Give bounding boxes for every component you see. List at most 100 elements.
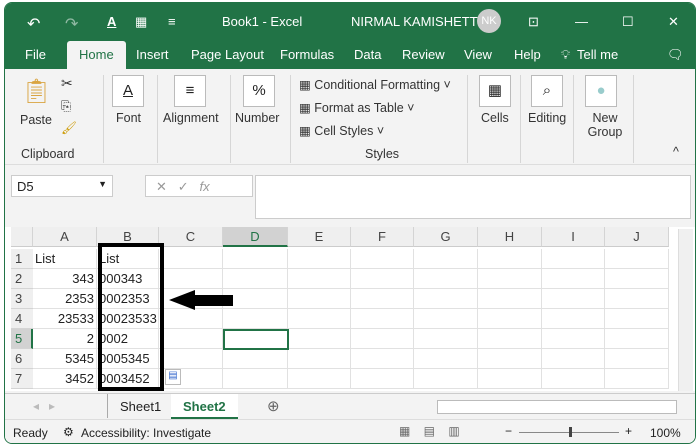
cell-C5[interactable] (159, 329, 223, 349)
cell-E3[interactable] (288, 289, 351, 309)
fx-button[interactable]: fx (199, 179, 209, 194)
redo-icon[interactable]: ↷ (65, 14, 78, 34)
tab-data[interactable]: Data (354, 47, 381, 62)
copy-icon[interactable]: ⎘ (61, 99, 71, 114)
name-box[interactable]: D5 ▼ (11, 175, 113, 197)
cell-H7[interactable] (478, 369, 542, 389)
row-header[interactable]: 4 (11, 309, 33, 329)
cell-F1[interactable] (351, 249, 414, 269)
cell-G5[interactable] (414, 329, 478, 349)
cell-E4[interactable] (288, 309, 351, 329)
tab-formulas[interactable]: Formulas (280, 47, 334, 62)
editing-button[interactable]: Editing (528, 111, 566, 125)
cell-C6[interactable] (159, 349, 223, 369)
table-icon[interactable]: ▦ (135, 14, 147, 30)
cell-F6[interactable] (351, 349, 414, 369)
zoom-slider[interactable] (519, 427, 619, 437)
tab-review[interactable]: Review (402, 47, 445, 62)
column-header-J[interactable]: J (605, 227, 669, 247)
cut-icon[interactable]: ✂ (61, 75, 73, 92)
cell-A1[interactable]: List (33, 249, 97, 269)
zoom-in-icon[interactable]: + (625, 424, 632, 438)
cell-F3[interactable] (351, 289, 414, 309)
cell-F5[interactable] (351, 329, 414, 349)
row-header[interactable]: 6 (11, 349, 33, 369)
cell-G3[interactable] (414, 289, 478, 309)
close-icon[interactable]: ✕ (668, 14, 679, 30)
format-painter-icon[interactable]: 🖌︎ (61, 121, 77, 136)
cell-H3[interactable] (478, 289, 542, 309)
undo-icon[interactable]: ↶ (27, 14, 40, 34)
alignment-button[interactable]: Alignment (163, 111, 219, 125)
cell-C1[interactable] (159, 249, 223, 269)
cell-C4[interactable] (159, 309, 223, 329)
cell-I4[interactable] (542, 309, 605, 329)
cell-G2[interactable] (414, 269, 478, 289)
cells-button[interactable]: Cells (481, 111, 509, 125)
cell-E5[interactable] (288, 329, 351, 349)
zoom-level[interactable]: 100% (650, 426, 681, 440)
collapse-ribbon-icon[interactable]: ^ (673, 145, 679, 159)
column-header-E[interactable]: E (288, 227, 351, 247)
new-group-icon[interactable]: ● (585, 75, 617, 107)
column-header-I[interactable]: I (542, 227, 605, 247)
cell-A4[interactable]: 23533 (33, 309, 97, 329)
cell-J5[interactable] (605, 329, 669, 349)
maximize-icon[interactable]: ☐ (622, 14, 634, 30)
cell-J4[interactable] (605, 309, 669, 329)
cell-I1[interactable] (542, 249, 605, 269)
number-icon[interactable]: % (243, 75, 275, 107)
select-all-corner[interactable] (11, 227, 33, 247)
row-header[interactable]: 5 (11, 329, 33, 349)
vertical-scrollbar[interactable] (678, 229, 693, 391)
cell-F7[interactable] (351, 369, 414, 389)
cell-J3[interactable] (605, 289, 669, 309)
paste-button[interactable]: Paste (20, 113, 52, 127)
tab-home[interactable]: Home (67, 41, 126, 69)
cell-I6[interactable] (542, 349, 605, 369)
tell-me-search[interactable]: Tell me (577, 47, 618, 62)
avatar[interactable]: NK (477, 9, 501, 33)
tab-help[interactable]: Help (514, 47, 541, 62)
cell-A6[interactable]: 5345 (33, 349, 97, 369)
row-header[interactable]: 7 (11, 369, 33, 389)
number-button[interactable]: Number (235, 111, 279, 125)
cell-H4[interactable] (478, 309, 542, 329)
cell-G4[interactable] (414, 309, 478, 329)
row-header[interactable]: 1 (11, 249, 33, 269)
cell-A5[interactable]: 2 (33, 329, 97, 349)
cell-G6[interactable] (414, 349, 478, 369)
cell-D4[interactable] (223, 309, 288, 329)
formula-input[interactable] (255, 175, 691, 219)
cell-D1[interactable] (223, 249, 288, 269)
ribbon-display-icon[interactable]: ⊡ (528, 14, 539, 30)
cell-J1[interactable] (605, 249, 669, 269)
customize-qat-icon[interactable]: ≡ (168, 14, 176, 29)
sheet-tab-sheet2[interactable]: Sheet2 (171, 394, 238, 419)
row-header[interactable]: 2 (11, 269, 33, 289)
cell-C2[interactable] (159, 269, 223, 289)
cell-G7[interactable] (414, 369, 478, 389)
cell-D2[interactable] (223, 269, 288, 289)
comments-icon[interactable]: 🗨︎ (667, 47, 684, 63)
sheet-tab-sheet1[interactable]: Sheet1 (107, 394, 173, 418)
scroll-left-icon[interactable]: ◂ ▸ (33, 399, 55, 413)
cell-A2[interactable]: 343 (33, 269, 97, 289)
cell-A3[interactable]: 2353 (33, 289, 97, 309)
cell-G1[interactable] (414, 249, 478, 269)
quick-analysis-icon[interactable]: ▤ (165, 369, 181, 385)
cell-H5[interactable] (478, 329, 542, 349)
tab-file[interactable]: File (25, 47, 46, 62)
row-header[interactable]: 3 (11, 289, 33, 309)
horizontal-scrollbar[interactable] (437, 400, 677, 414)
search-icon[interactable]: ⌕ (531, 75, 563, 107)
font-color-icon[interactable]: A (107, 14, 116, 29)
accessibility-status[interactable]: Accessibility: Investigate (81, 426, 211, 440)
cell-E7[interactable] (288, 369, 351, 389)
column-header-G[interactable]: G (414, 227, 478, 247)
cell-H1[interactable] (478, 249, 542, 269)
minimize-icon[interactable]: — (575, 14, 588, 29)
new-group-button[interactable]: New Group (583, 111, 627, 139)
cell-I2[interactable] (542, 269, 605, 289)
cell-F2[interactable] (351, 269, 414, 289)
